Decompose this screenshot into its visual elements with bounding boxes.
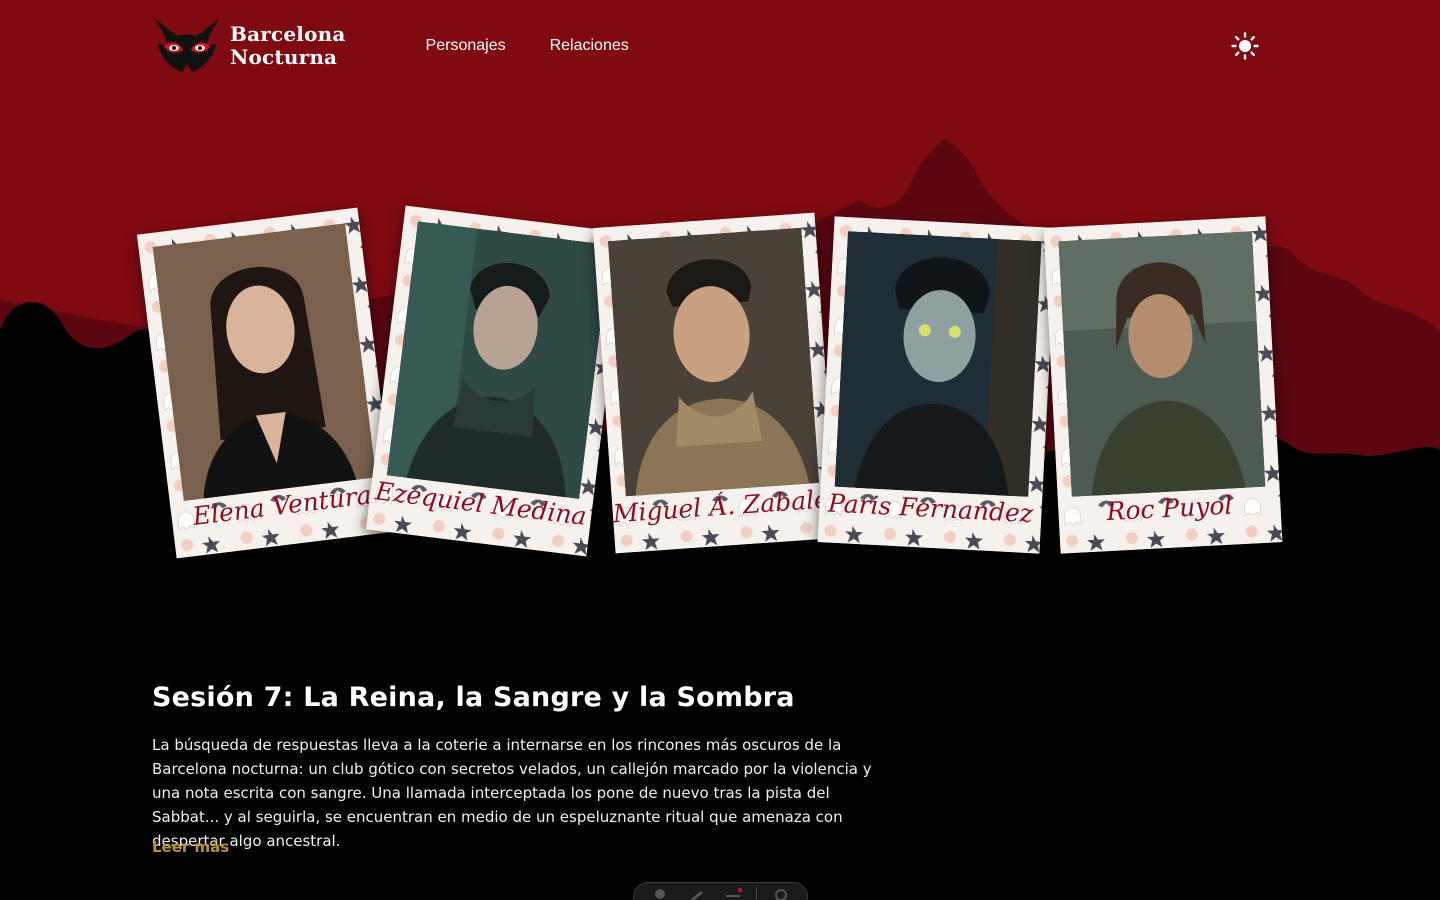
session-title: Sesión 7: La Reina, la Sangre y la Sombr…: [152, 682, 795, 713]
settings-button[interactable]: [768, 887, 794, 900]
pen-tool-button[interactable]: [684, 887, 710, 900]
toolbar-divider: [756, 887, 758, 900]
brand-logo[interactable]: Barcelona Nocturna: [152, 16, 346, 76]
character-portrait: [607, 227, 820, 497]
menu-tool-button[interactable]: [720, 887, 746, 900]
character-portrait: [834, 231, 1042, 497]
character-portrait: [152, 223, 377, 502]
brand-name-line1: Barcelona: [230, 22, 346, 46]
site-header: Barcelona Nocturna Personajes Relaciones: [152, 14, 1260, 78]
pen-icon: [690, 891, 703, 900]
bottom-toolbar: [633, 882, 808, 900]
character-portrait: [1058, 231, 1266, 497]
character-card-roc[interactable]: Roc Puyol: [1043, 216, 1283, 554]
menu-icon: [725, 888, 742, 897]
nav-item-personajes[interactable]: Personajes: [426, 37, 506, 55]
pointer-tool-button[interactable]: [647, 887, 673, 900]
read-more-link[interactable]: Leer más: [152, 838, 229, 856]
theme-toggle-button[interactable]: [1230, 31, 1260, 61]
session-description: La búsqueda de respuestas lleva a la cot…: [152, 736, 872, 850]
character-card-paris[interactable]: Paris Fernandez: [817, 216, 1057, 554]
brand-name: Barcelona Nocturna: [230, 23, 346, 69]
character-card-ezequiel[interactable]: Ezequiel Medina: [365, 205, 627, 557]
sun-icon: [1231, 32, 1259, 60]
character-card-miguel[interactable]: Miguel Á. Zabaleta: [592, 212, 838, 554]
character-portrait: [386, 221, 611, 500]
nav-item-relaciones[interactable]: Relaciones: [550, 37, 629, 55]
mask-icon: [154, 18, 220, 72]
main-nav: Personajes Relaciones: [426, 37, 629, 55]
character-card-elena[interactable]: Elena Ventura: [136, 207, 398, 559]
gear-icon: [774, 889, 787, 900]
pointer-icon: [655, 889, 666, 899]
brand-name-line2: Nocturna: [230, 45, 338, 69]
